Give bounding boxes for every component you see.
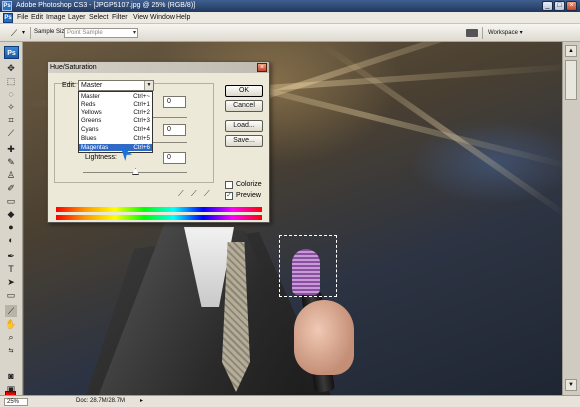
marquee-selection[interactable] [279, 235, 337, 297]
minimize-button[interactable]: _ [542, 1, 553, 11]
clone-stamp-tool-icon[interactable]: ♙ [5, 169, 17, 181]
tool-panel: Ps ✥ ⬚ ◌ ✧ ⌗ ⟋ ✚ ✎ ♙ ✐ ▭ ◆ ● ◐ ✒ T ➤ ▭ ⟋… [0, 42, 23, 404]
dropdown-item-blues[interactable]: Blues Ctrl+5 [79, 135, 152, 142]
eraser-tool-icon[interactable]: ▭ [5, 195, 17, 207]
edit-select-value: Master [81, 82, 103, 89]
menu-bar: Ps File Edit Image Layer Select Filter V… [0, 12, 580, 24]
marquee-tool-icon[interactable]: ⬚ [5, 75, 17, 87]
save-button[interactable]: Save... [225, 135, 263, 147]
hand [294, 300, 354, 375]
lasso-tool-icon[interactable]: ◌ [5, 88, 17, 100]
dodge-tool-icon[interactable]: ◐ [5, 234, 17, 246]
pen-tool-icon[interactable]: ✒ [5, 250, 17, 262]
menu-image[interactable]: Image [46, 13, 65, 23]
default-colors-icon[interactable]: ⇆ [5, 345, 17, 357]
menu-file[interactable]: File [17, 13, 28, 23]
dropdown-item-cyans[interactable]: Cyans Ctrl+4 [79, 126, 152, 133]
ok-button[interactable]: OK [225, 85, 263, 97]
tool-preset-chevron-icon[interactable]: ▾ [22, 29, 25, 36]
eyedropper-icon[interactable]: ⟋ [178, 189, 184, 199]
edit-select[interactable]: Master ▼ [78, 80, 154, 91]
load-button[interactable]: Load... [225, 120, 263, 132]
close-button[interactable]: × [566, 1, 577, 11]
colorize-checkbox[interactable] [225, 181, 233, 189]
status-menu-chevron-icon[interactable]: ▸ [140, 397, 143, 404]
lightness-label: Lightness: [85, 154, 117, 161]
crop-tool-icon[interactable]: ⌗ [5, 114, 17, 126]
quick-mask-icon[interactable]: ◙ [5, 370, 17, 382]
zoom-tool-icon[interactable]: ⌕ [5, 331, 17, 343]
cancel-button[interactable]: Cancel [225, 100, 263, 112]
dropdown-item-yellows[interactable]: Yellows Ctrl+2 [79, 109, 152, 116]
colorize-label: Colorize [236, 181, 262, 188]
menu-layer[interactable]: Layer [68, 13, 86, 23]
menu-view[interactable]: View [133, 13, 148, 23]
move-tool-icon[interactable]: ✥ [5, 62, 17, 74]
edit-label: Edit: [62, 82, 77, 89]
preview-checkbox[interactable]: ✓ [225, 192, 233, 200]
dialog-title: Hue/Saturation [48, 62, 269, 73]
menu-filter[interactable]: Filter [112, 13, 128, 23]
preview-label: Preview [236, 192, 261, 199]
status-bar: 25% Doc: 28.7M/28.7M ▸ [0, 395, 580, 407]
slice-tool-icon[interactable]: ⟋ [5, 127, 17, 139]
lightness-input[interactable]: 0 [163, 152, 186, 164]
separator [482, 27, 483, 39]
menu-edit[interactable]: Edit [31, 13, 43, 23]
history-brush-tool-icon[interactable]: ✐ [5, 182, 17, 194]
sample-size-select[interactable]: Point Sample ▾ [64, 28, 138, 38]
menu-select[interactable]: Select [89, 13, 108, 23]
hand-tool-icon[interactable]: ✋ [5, 318, 17, 330]
eyedropper-tool-icon[interactable]: ⟋ [7, 27, 21, 39]
scroll-down-icon[interactable]: ▼ [565, 379, 577, 391]
path-selection-tool-icon[interactable]: ➤ [5, 276, 17, 288]
healing-brush-tool-icon[interactable]: ✚ [5, 143, 17, 155]
blur-tool-icon[interactable]: ● [5, 221, 17, 233]
edit-dropdown-list: Master Ctrl+~ Reds Ctrl+1 Yellows Ctrl+2 Gr… [78, 91, 153, 153]
chevron-down-icon: ▾ [132, 30, 136, 36]
eyedropper-plus-icon[interactable]: ⟋ [191, 189, 197, 199]
window-title: Adobe Photoshop CS3 - [JPGP5107.jpg @ 25… [16, 2, 196, 9]
workspace-menu[interactable]: Workspace ▾ [488, 29, 523, 36]
options-bar: ⟋ ▾ Sample Size: Point Sample ▾ Workspac… [0, 24, 580, 42]
document-size: Doc: 28.7M/28.7M [76, 398, 126, 404]
dialog-close-icon[interactable]: × [257, 63, 267, 72]
shape-tool-icon[interactable]: ▭ [5, 289, 17, 301]
title-bar: Ps Adobe Photoshop CS3 - [JPGP5107.jpg @… [0, 0, 580, 12]
vertical-scrollbar[interactable]: ▲ ▼ [562, 42, 580, 395]
paint-bucket-tool-icon[interactable]: ◆ [5, 208, 17, 220]
brush-tool-icon[interactable]: ✎ [5, 156, 17, 168]
screen-mode-icon[interactable]: ▣ [5, 383, 17, 395]
dropdown-item-magentas[interactable]: Magentas Ctrl+6 [79, 144, 152, 152]
chevron-down-icon[interactable]: ▼ [144, 81, 153, 90]
menu-window[interactable]: Window [150, 13, 175, 23]
zoom-level[interactable]: 25% [4, 398, 28, 406]
eyedropper-minus-icon[interactable]: ⟋ [204, 189, 210, 199]
type-tool-icon[interactable]: T [5, 263, 17, 275]
dropdown-item-greens[interactable]: Greens Ctrl+3 [79, 117, 152, 124]
scroll-up-icon[interactable]: ▲ [565, 45, 577, 57]
eyedropper-tool-icon[interactable]: ⟋ [5, 305, 17, 317]
app-menu-icon[interactable]: Ps [3, 13, 13, 23]
maximize-button[interactable]: □ [554, 1, 565, 11]
photoshop-tile-icon: Ps [4, 46, 19, 59]
scroll-thumb[interactable] [565, 60, 577, 100]
screen-mode-icon[interactable] [466, 29, 478, 37]
dropdown-item-reds[interactable]: Reds Ctrl+1 [79, 101, 152, 108]
menu-help[interactable]: Help [176, 13, 190, 23]
separator [30, 27, 31, 39]
photoshop-logo-icon: Ps [2, 1, 12, 11]
dropdown-item-master[interactable]: Master Ctrl+~ [79, 93, 152, 100]
saturation-input[interactable]: 0 [163, 124, 186, 136]
input-color-bar [56, 207, 262, 212]
magic-wand-tool-icon[interactable]: ✧ [5, 101, 17, 113]
hue-input[interactable]: 0 [163, 96, 186, 108]
sample-size-value: Point Sample [67, 30, 103, 36]
output-color-bar [56, 215, 262, 220]
